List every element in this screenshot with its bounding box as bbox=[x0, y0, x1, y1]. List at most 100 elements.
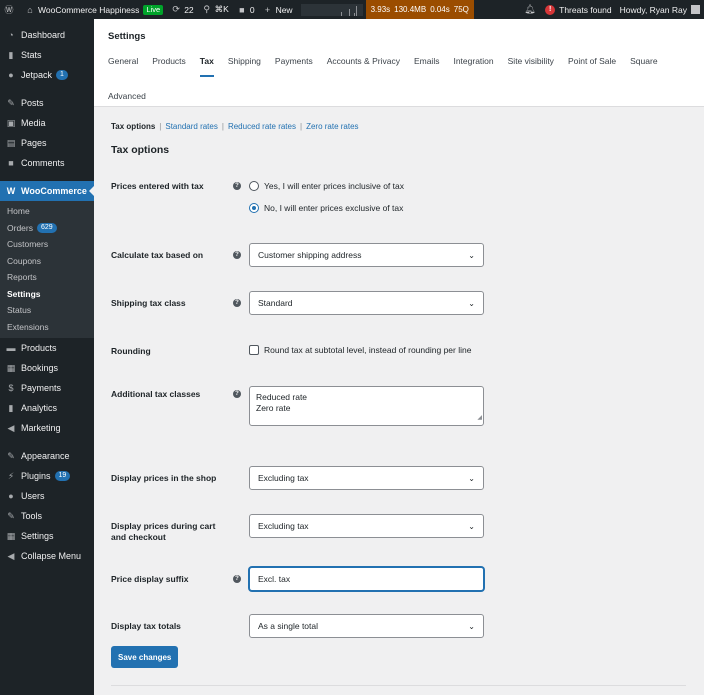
settings-header: Settings General Products Tax Shipping P… bbox=[94, 19, 704, 107]
sidebar-item-label: Comments bbox=[21, 158, 65, 168]
submenu-item-orders[interactable]: Orders 629 bbox=[0, 220, 94, 237]
label-line: Display prices during cart bbox=[111, 521, 216, 531]
subnav-zero-rate-rates[interactable]: Zero rate rates bbox=[306, 122, 358, 131]
help-icon[interactable]: ? bbox=[233, 182, 241, 190]
comments-count: 0 bbox=[249, 4, 255, 15]
additional-tax-classes-textarea[interactable]: Reduced rate Zero rate ◢ bbox=[249, 386, 484, 426]
sidebar-item-label: Jetpack bbox=[21, 70, 53, 80]
tab-tax[interactable]: Tax bbox=[199, 56, 214, 77]
activity-sparkline bbox=[300, 3, 363, 16]
sidebar-item-marketing[interactable]: ◀ Marketing bbox=[0, 418, 94, 438]
subnav-standard-rates[interactable]: Standard rates bbox=[165, 122, 217, 131]
sidebar-item-bookings[interactable]: ▦ Bookings bbox=[0, 358, 94, 378]
sidebar-item-label: WooCommerce bbox=[21, 186, 87, 196]
submenu-item-settings[interactable]: Settings bbox=[0, 286, 94, 303]
tab-general[interactable]: General bbox=[108, 56, 138, 77]
help-icon[interactable]: ? bbox=[233, 390, 241, 398]
submenu-item-status[interactable]: Status bbox=[0, 302, 94, 319]
chevron-down-icon: ⌄ bbox=[468, 299, 475, 308]
command-search[interactable]: ⚲ ⌘K bbox=[198, 0, 233, 19]
display-tax-totals-select[interactable]: As a single total ⌄ bbox=[249, 614, 484, 638]
display-prices-shop-select[interactable]: Excluding tax ⌄ bbox=[249, 466, 484, 490]
sidebar-item-payments[interactable]: $ Payments bbox=[0, 378, 94, 398]
subnav-reduced-rate-rates[interactable]: Reduced rate rates bbox=[228, 122, 296, 131]
analytics-icon: ▮ bbox=[8, 402, 14, 413]
query-monitor[interactable]: 3.93s 130.4MB 0.04s 75Q bbox=[365, 0, 474, 19]
account-menu[interactable]: Howdy, Ryan Ray bbox=[616, 0, 704, 19]
tab-site-visibility[interactable]: Site visibility bbox=[508, 56, 554, 77]
submenu-item-reports[interactable]: Reports bbox=[0, 269, 94, 286]
help-icon[interactable]: ? bbox=[233, 251, 241, 259]
comments-link[interactable]: ■ 0 bbox=[233, 0, 259, 19]
sidebar-item-jetpack[interactable]: ● Jetpack 1 bbox=[0, 65, 94, 85]
radio-prices-inclusive[interactable]: Yes, I will enter prices inclusive of ta… bbox=[249, 180, 404, 192]
calculate-tax-select[interactable]: Customer shipping address ⌄ bbox=[249, 243, 484, 267]
sidebar-item-tools[interactable]: ✎ Tools bbox=[0, 506, 94, 526]
tab-square[interactable]: Square bbox=[630, 56, 657, 77]
price-suffix-input[interactable]: Excl. tax bbox=[249, 567, 484, 591]
sidebar-item-analytics[interactable]: ▮ Analytics bbox=[0, 398, 94, 418]
plugin-icon: ⚡ bbox=[7, 470, 15, 481]
main-content: Settings General Products Tax Shipping P… bbox=[94, 19, 704, 695]
sidebar-item-users[interactable]: ● Users bbox=[0, 486, 94, 506]
new-label: New bbox=[275, 4, 293, 15]
sidebar-item-woocommerce[interactable]: W WooCommerce bbox=[0, 181, 94, 201]
wordpress-menu[interactable]: Ⓦ bbox=[0, 0, 21, 19]
pages-icon: ▤ bbox=[6, 137, 16, 148]
sidebar-item-posts[interactable]: ✎ Posts bbox=[0, 93, 94, 113]
updates-link[interactable]: ⟳ 22 bbox=[167, 0, 197, 19]
tab-integration[interactable]: Integration bbox=[453, 56, 493, 77]
comment-icon: ■ bbox=[239, 4, 245, 15]
select-value: As a single total bbox=[258, 621, 319, 631]
sidebar-item-stats[interactable]: ▮ Stats bbox=[0, 45, 94, 65]
site-name-link[interactable]: ⌂ WooCommerce Happiness Live bbox=[21, 0, 167, 19]
submenu-item-coupons[interactable]: Coupons bbox=[0, 253, 94, 270]
tab-point-of-sale[interactable]: Point of Sale bbox=[568, 56, 616, 77]
sidebar-item-comments[interactable]: ■ Comments bbox=[0, 153, 94, 173]
new-content-link[interactable]: + New bbox=[259, 0, 297, 19]
tab-payments[interactable]: Payments bbox=[275, 56, 313, 77]
notifications-button[interactable]: 🔔︎ bbox=[520, 0, 541, 19]
display-prices-cart-select[interactable]: Excluding tax ⌄ bbox=[249, 514, 484, 538]
tab-products[interactable]: Products bbox=[152, 56, 186, 77]
submenu-label: Settings bbox=[7, 288, 41, 299]
threats-link[interactable]: ! Threats found bbox=[541, 0, 615, 19]
collapse-menu-button[interactable]: ◀ Collapse Menu bbox=[0, 546, 94, 566]
sidebar-item-media[interactable]: ▣ Media bbox=[0, 113, 94, 133]
radio-label: No, I will enter prices exclusive of tax bbox=[264, 203, 404, 213]
sidebar-item-products[interactable]: ▬ Products bbox=[0, 338, 94, 358]
settings-icon: ▦ bbox=[6, 530, 16, 541]
sidebar-item-appearance[interactable]: ✎ Appearance bbox=[0, 446, 94, 466]
tab-shipping[interactable]: Shipping bbox=[228, 56, 261, 77]
shipping-tax-class-select[interactable]: Standard ⌄ bbox=[249, 291, 484, 315]
radio-button-selected[interactable] bbox=[249, 203, 259, 213]
tab-advanced[interactable]: Advanced bbox=[108, 91, 146, 101]
tab-emails[interactable]: Emails bbox=[414, 56, 440, 77]
dashboard-icon: ◔ bbox=[8, 30, 14, 40]
help-icon[interactable]: ? bbox=[233, 575, 241, 583]
wrench-icon: ✎ bbox=[7, 510, 15, 521]
radio-button[interactable] bbox=[249, 181, 259, 191]
sidebar-item-pages[interactable]: ▤ Pages bbox=[0, 133, 94, 153]
select-value: Customer shipping address bbox=[258, 250, 362, 260]
wordpress-icon: Ⓦ bbox=[4, 5, 14, 15]
sidebar-item-dashboard[interactable]: ◔ Dashboard bbox=[0, 25, 94, 45]
submenu-item-home[interactable]: Home bbox=[0, 203, 94, 220]
sidebar-item-plugins[interactable]: ⚡ Plugins 19 bbox=[0, 466, 94, 486]
tab-accounts-privacy[interactable]: Accounts & Privacy bbox=[327, 56, 400, 77]
media-icon: ▣ bbox=[6, 117, 16, 128]
help-icon[interactable]: ? bbox=[233, 299, 241, 307]
submenu-item-extensions[interactable]: Extensions bbox=[0, 319, 94, 336]
rounding-checkbox[interactable] bbox=[249, 345, 259, 355]
submenu-item-customers[interactable]: Customers bbox=[0, 236, 94, 253]
select-value: Excluding tax bbox=[258, 521, 309, 531]
perf-db-time: 0.04s bbox=[430, 5, 450, 14]
chevron-down-icon: ⌄ bbox=[468, 251, 475, 260]
resize-grip-icon[interactable]: ◢ bbox=[477, 413, 482, 424]
subnav-tax-options[interactable]: Tax options bbox=[111, 122, 155, 131]
radio-prices-exclusive[interactable]: No, I will enter prices exclusive of tax bbox=[249, 202, 404, 214]
rounding-checkbox-line[interactable]: Round tax at subtotal level, instead of … bbox=[249, 345, 471, 355]
save-changes-button[interactable]: Save changes bbox=[111, 646, 179, 668]
price-suffix-label: Price display suffix bbox=[111, 574, 189, 584]
sidebar-item-settings[interactable]: ▦ Settings bbox=[0, 526, 94, 546]
